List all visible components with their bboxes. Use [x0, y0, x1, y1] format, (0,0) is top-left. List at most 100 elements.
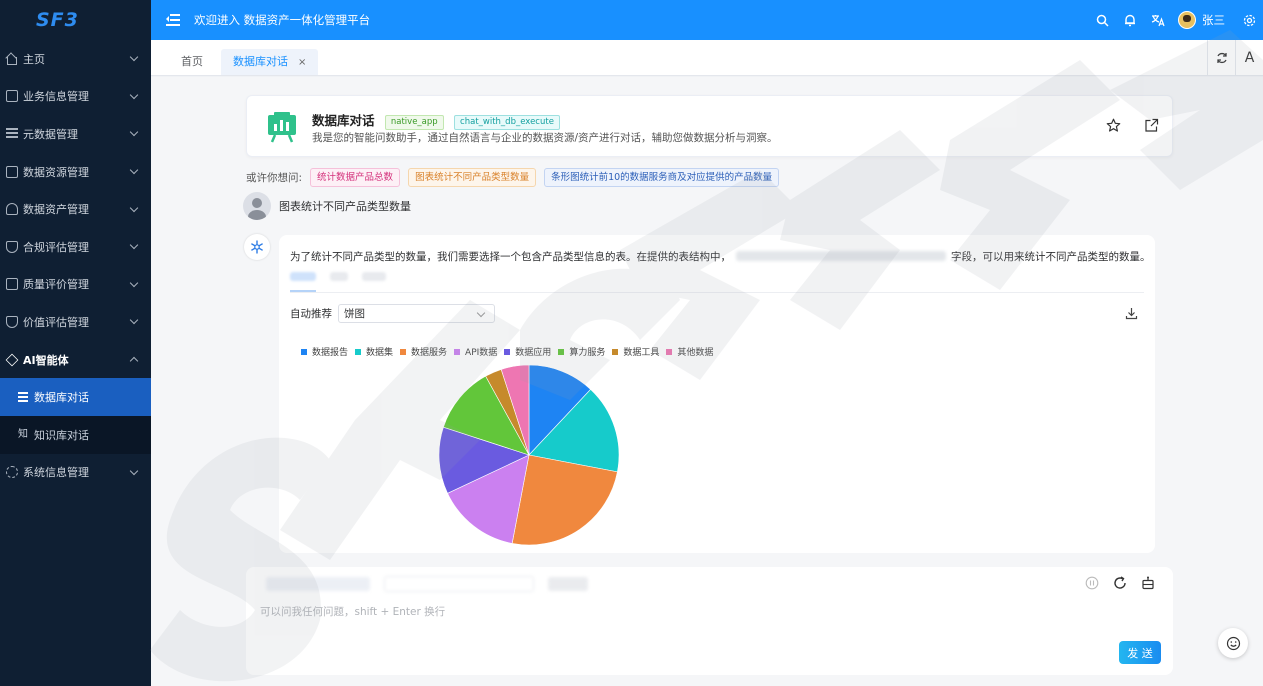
legend-item[interactable]: API数据: [454, 345, 497, 358]
header-actions: 张三: [1088, 0, 1263, 40]
tab-label: 数据库对话: [233, 55, 288, 68]
sidebar-item-value[interactable]: 价值评估管理: [0, 303, 151, 341]
ai-agent-icon: [5, 353, 19, 366]
chart-type-select[interactable]: 饼图: [338, 304, 495, 323]
chart-type-value: 饼图: [344, 308, 365, 320]
sidebar-item-label: 数据库对话: [34, 391, 89, 405]
suggestion-chip[interactable]: 图表统计不同产品类型数量: [408, 168, 537, 187]
bell-icon[interactable]: [1116, 0, 1144, 40]
answer-tab[interactable]: [362, 272, 386, 281]
sidebar-item-system[interactable]: 系统信息管理: [0, 454, 151, 492]
user-message: 图表统计不同产品类型数量: [243, 192, 411, 220]
suggestion-chip[interactable]: 条形图统计前10的数据服务商及对应提供的产品数量: [544, 168, 780, 187]
agent-description: 我是您的智能问数助手，通过自然语言与企业的数据资源/资产进行对话，辅助您做数据分…: [312, 132, 778, 144]
logo-area: SF3: [0, 0, 151, 40]
agent-card: 数据库对话 native_app chat_with_db_execute 我是…: [246, 95, 1173, 157]
bot-avatar: [244, 234, 270, 260]
sidebar-menu: 主页 业务信息管理 元数据管理 数据资源管理 数据资产管理 合规评估管理 质量评…: [0, 40, 151, 491]
tab-home[interactable]: 首页: [169, 49, 215, 75]
pie-chart: [439, 365, 620, 546]
font-size-button[interactable]: A: [1235, 40, 1263, 76]
gear-icon: [6, 466, 18, 479]
suggestions-label: 或许你想问:: [246, 172, 303, 184]
metadata-icon: [6, 127, 18, 140]
legend-item[interactable]: 数据报告: [301, 345, 348, 358]
legend-swatch: [504, 348, 511, 355]
legend-item[interactable]: 数据集: [355, 345, 393, 358]
redacted-tool[interactable]: [548, 577, 588, 591]
user-message-text: 图表统计不同产品类型数量: [279, 200, 411, 213]
gear-icon[interactable]: [1235, 0, 1263, 40]
user-avatar[interactable]: [1178, 11, 1196, 29]
tag-native-app: native_app: [384, 115, 444, 130]
stop-icon[interactable]: [1085, 576, 1099, 590]
sidebar-item-kb-chat[interactable]: 知 知识库对话: [0, 416, 151, 454]
refresh-icon[interactable]: [1207, 40, 1235, 76]
legend-item[interactable]: 数据应用: [504, 345, 551, 358]
legend-swatch: [301, 348, 307, 355]
legend-item[interactable]: 算力服务: [558, 345, 605, 358]
chart-legend: 数据报告 数据集 数据服务 API数据 数据应用 算力服务 数据工具 其他数据: [301, 345, 713, 358]
database-select[interactable]: [384, 576, 534, 592]
tab-db-chat[interactable]: 数据库对话 ×: [221, 49, 319, 75]
robot-icon[interactable]: [1141, 576, 1155, 590]
chevron-down-icon: [129, 278, 139, 288]
input-toolbar: [266, 576, 588, 592]
chevron-down-icon: [129, 316, 139, 325]
sidebar-item-data-resource[interactable]: 数据资源管理: [0, 153, 151, 191]
send-button[interactable]: 发 送: [1119, 641, 1161, 664]
chevron-down-icon: [129, 203, 139, 212]
legend-swatch: [612, 348, 619, 355]
legend-label: 数据报告: [312, 348, 349, 358]
sidebar-item-quality[interactable]: 质量评价管理: [0, 266, 151, 304]
logo: SF3: [36, 9, 79, 31]
quality-icon: [6, 278, 18, 291]
sidebar-item-db-chat[interactable]: 数据库对话: [0, 378, 151, 416]
search-icon[interactable]: [1088, 0, 1116, 40]
sidebar-item-ai-agent[interactable]: AI智能体: [0, 341, 151, 379]
legend-label: 算力服务: [569, 348, 606, 358]
ai-logo-icon: [251, 240, 263, 254]
chart-type-row: 自动推荐 饼图: [290, 304, 495, 323]
sidebar-item-metadata[interactable]: 元数据管理: [0, 115, 151, 153]
top-header: 欢迎进入 数据资产一体化管理平台 张三: [151, 0, 1263, 40]
chevron-down-icon: [129, 90, 139, 100]
answer-card: 为了统计不同产品类型的数量，我们需要选择一个包含产品类型信息的表。在提供的表结构…: [279, 235, 1155, 553]
sidebar-item-home[interactable]: 主页: [0, 40, 151, 78]
answer-tab[interactable]: [290, 272, 316, 281]
username[interactable]: 张三: [1202, 12, 1225, 28]
agent-title: 数据库对话 native_app chat_with_db_execute: [312, 110, 560, 130]
feedback-icon[interactable]: [1218, 628, 1248, 658]
translate-icon[interactable]: [1144, 0, 1172, 40]
sidebar-item-label: AI智能体: [23, 353, 69, 367]
sidebar-item-label: 知识库对话: [34, 428, 89, 442]
share-icon[interactable]: [1144, 118, 1162, 136]
agent-actions: [1106, 118, 1162, 136]
legend-label: 数据服务: [411, 348, 448, 358]
answer-text-before: 为了统计不同产品类型的数量，我们需要选择一个包含产品类型信息的表。在提供的表结构…: [290, 251, 731, 263]
data-asset-icon: [6, 203, 18, 216]
legend-item[interactable]: 数据工具: [612, 345, 659, 358]
refresh-icon[interactable]: [1113, 576, 1127, 590]
sidebar-item-compliance[interactable]: 合规评估管理: [0, 228, 151, 266]
welcome-text: 欢迎进入 数据资产一体化管理平台: [194, 13, 371, 27]
download-icon[interactable]: [1125, 307, 1139, 321]
legend-label: 数据集: [366, 348, 394, 358]
menu-fold-icon[interactable]: [166, 14, 180, 26]
sidebar-item-data-asset[interactable]: 数据资产管理: [0, 190, 151, 228]
legend-label: API数据: [465, 348, 498, 358]
sidebar-item-business-info[interactable]: 业务信息管理: [0, 78, 151, 116]
sidebar-item-label: 主页: [23, 52, 45, 66]
legend-item[interactable]: 其他数据: [666, 345, 713, 358]
model-select[interactable]: [266, 577, 370, 591]
chevron-down-icon: [129, 165, 139, 175]
chevron-up-icon: [129, 356, 139, 366]
suggestions: 或许你想问: 统计数据产品总数 图表统计不同产品类型数量 条形图统计前10的数据…: [246, 168, 780, 187]
chat-input[interactable]: 可以问我任何问题，shift + Enter 换行: [260, 604, 445, 619]
legend-item[interactable]: 数据服务: [400, 345, 447, 358]
suggestion-chip[interactable]: 统计数据产品总数: [310, 168, 401, 187]
close-icon[interactable]: ×: [298, 57, 306, 68]
answer-tab[interactable]: [330, 272, 348, 281]
star-icon[interactable]: [1106, 118, 1124, 136]
tab-label: 首页: [181, 55, 203, 68]
